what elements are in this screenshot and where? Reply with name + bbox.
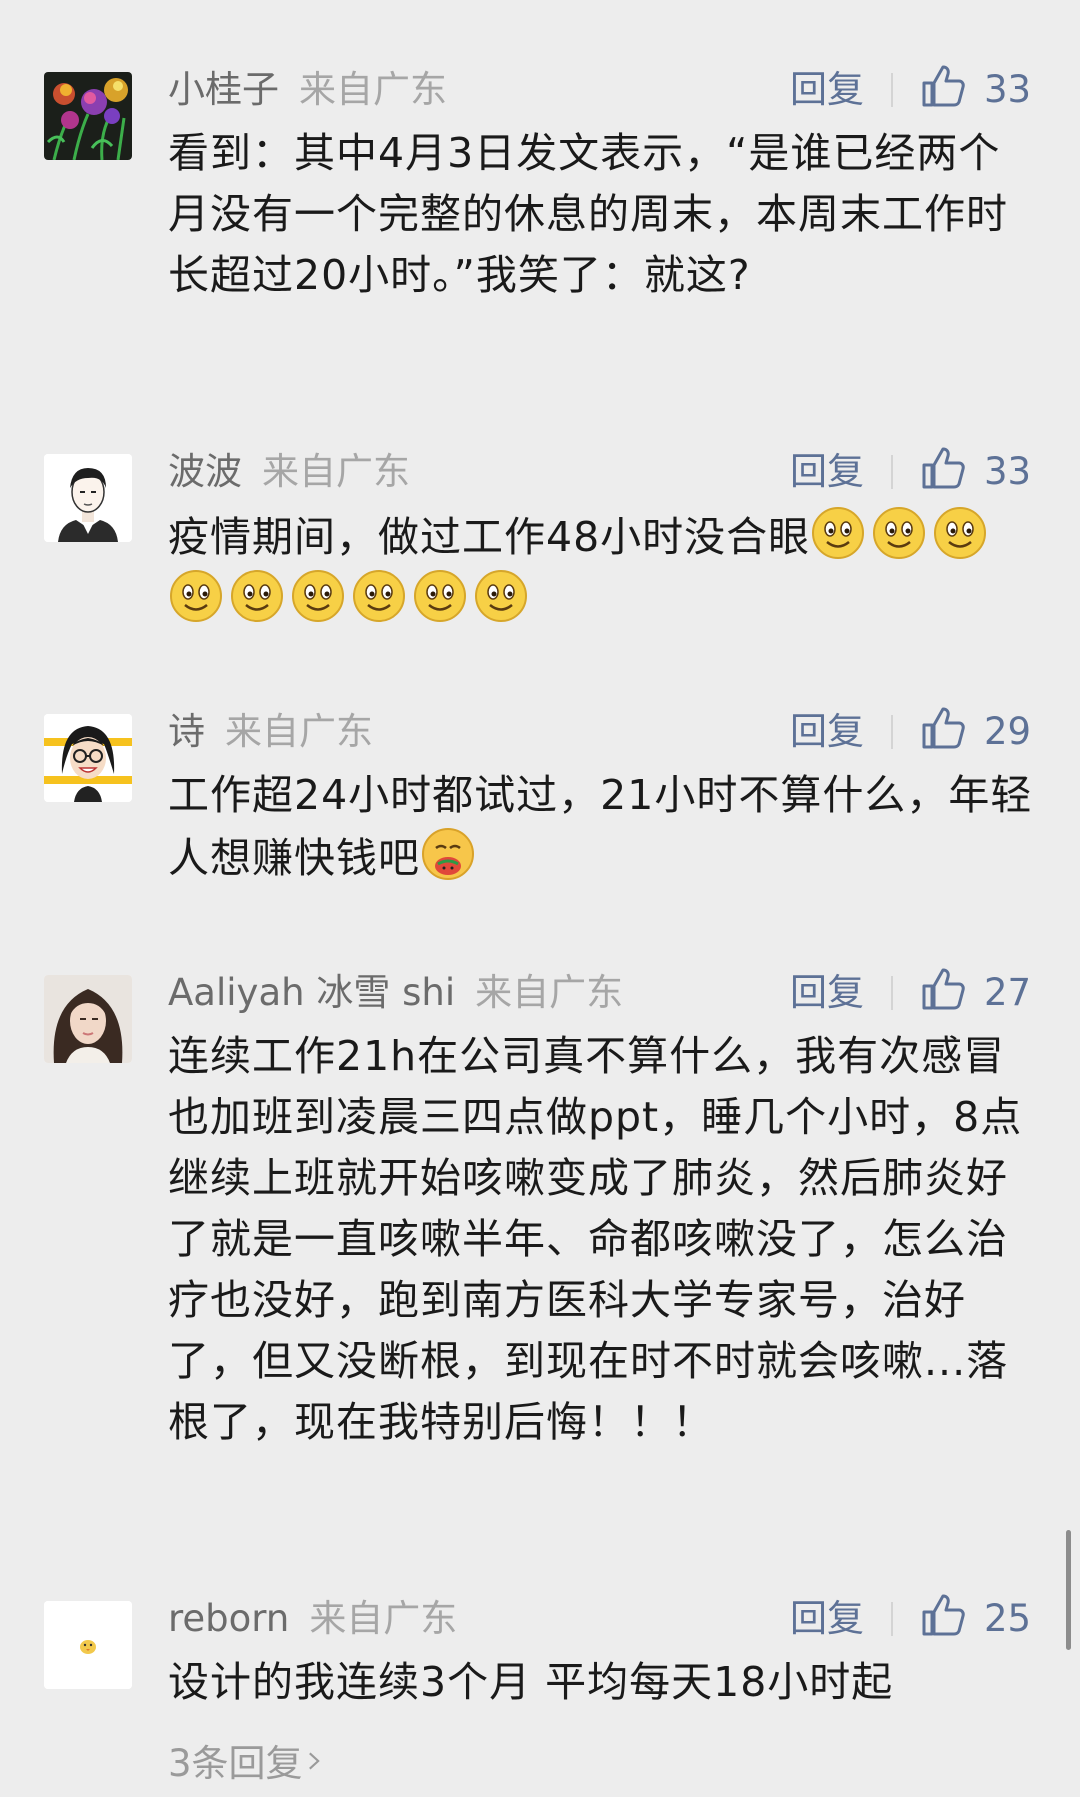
commenter-name[interactable]: 波波 bbox=[168, 450, 242, 493]
reply-button[interactable]: 回复 bbox=[790, 442, 864, 502]
chevron-right-icon bbox=[307, 1740, 321, 1783]
like-count: 29 bbox=[984, 710, 1032, 753]
commenter-name[interactable]: 小桂子 bbox=[168, 68, 279, 111]
thumbs-up-icon[interactable] bbox=[920, 966, 966, 1012]
thumbs-up-icon[interactable] bbox=[920, 1592, 966, 1638]
smile-emoji bbox=[871, 505, 927, 561]
small-chick-avatar-image bbox=[44, 1601, 132, 1689]
comment-text-content: 疫情期间，做过工作48小时没合眼 bbox=[168, 513, 811, 561]
money-mouth-emoji bbox=[420, 826, 476, 882]
action-divider bbox=[891, 715, 893, 749]
avatar[interactable] bbox=[44, 1601, 132, 1689]
cartoon-man-avatar-image bbox=[44, 454, 132, 542]
scrollbar[interactable] bbox=[1066, 1530, 1071, 1650]
like-count: 27 bbox=[984, 971, 1032, 1014]
smile-emoji bbox=[290, 568, 346, 624]
comment-text: 看到：其中4月3日发文表示，“是谁已经两个月没有一个完整的休息的周末，本周末工作… bbox=[168, 129, 1008, 299]
commenter-name[interactable]: Aaliyah 冰雪 shi bbox=[168, 971, 455, 1014]
comment-text: 连续工作21h在公司真不算什么，我有次感冒也加班到凌晨三四点做ppt，睡几个小时… bbox=[168, 1032, 1023, 1446]
comment-meta: 诗来自广东 bbox=[168, 702, 373, 762]
smile-emoji bbox=[810, 505, 866, 561]
avatar[interactable] bbox=[44, 454, 132, 542]
smile-emoji bbox=[412, 568, 468, 624]
thumbs-up-icon[interactable] bbox=[920, 63, 966, 109]
comment-meta: 小桂子 来自广东 bbox=[168, 60, 447, 120]
cartoon-girl-glasses-avatar-image bbox=[44, 714, 132, 802]
action-divider bbox=[891, 1602, 893, 1636]
comment-meta: 波波 来自广东 bbox=[168, 442, 410, 502]
commenter-region: 来自广东 bbox=[262, 450, 410, 493]
like-count: 33 bbox=[984, 450, 1032, 493]
avatar[interactable] bbox=[44, 975, 132, 1063]
comment-text: 设计的我连续3个月 平均每天18小时起 bbox=[168, 1658, 894, 1706]
more-replies-label: 3条回复 bbox=[168, 1742, 303, 1785]
thumbs-up-icon[interactable] bbox=[920, 445, 966, 491]
action-divider bbox=[891, 455, 893, 489]
smile-emoji bbox=[473, 568, 529, 624]
commenter-region: 来自广东 bbox=[299, 68, 447, 111]
comment-meta: reborn 来自广东 bbox=[168, 1589, 457, 1649]
reply-button[interactable]: 回复 bbox=[790, 60, 864, 120]
like-count: 33 bbox=[984, 68, 1032, 111]
flower-painting-avatar-image bbox=[44, 72, 132, 160]
comment-meta: Aaliyah 冰雪 shi 来自广东 bbox=[168, 963, 623, 1023]
reply-button[interactable]: 回复 bbox=[790, 702, 864, 762]
commenter-region: 来自广东 bbox=[225, 710, 373, 753]
more-replies-link[interactable]: 3条回复 bbox=[168, 1733, 321, 1787]
commenter-region: 来自广东 bbox=[309, 1597, 458, 1640]
commenter-region: 来自广东 bbox=[475, 971, 624, 1014]
comment-text: 工作超24小时都试过，21小时不算什么，年轻人想赚快钱吧 bbox=[168, 765, 1038, 889]
action-divider bbox=[891, 976, 893, 1010]
thumbs-up-icon[interactable] bbox=[920, 705, 966, 751]
commenter-name[interactable]: 诗 bbox=[168, 710, 205, 753]
smile-emoji bbox=[229, 568, 285, 624]
woman-photo-avatar-image bbox=[44, 975, 132, 1063]
avatar[interactable] bbox=[44, 714, 132, 802]
comment-text-content: 工作超24小时都试过，21小时不算什么，年轻人想赚快钱吧 bbox=[168, 771, 1033, 882]
smile-emoji bbox=[351, 568, 407, 624]
avatar[interactable] bbox=[44, 72, 132, 160]
like-count: 25 bbox=[984, 1597, 1032, 1640]
smile-emoji bbox=[932, 505, 988, 561]
comment-text: 疫情期间，做过工作48小时没合眼 bbox=[168, 505, 1038, 631]
action-divider bbox=[891, 73, 893, 107]
commenter-name[interactable]: reborn bbox=[168, 1597, 289, 1640]
smile-emoji bbox=[168, 568, 224, 624]
reply-button[interactable]: 回复 bbox=[790, 1589, 864, 1649]
reply-button[interactable]: 回复 bbox=[790, 963, 864, 1023]
